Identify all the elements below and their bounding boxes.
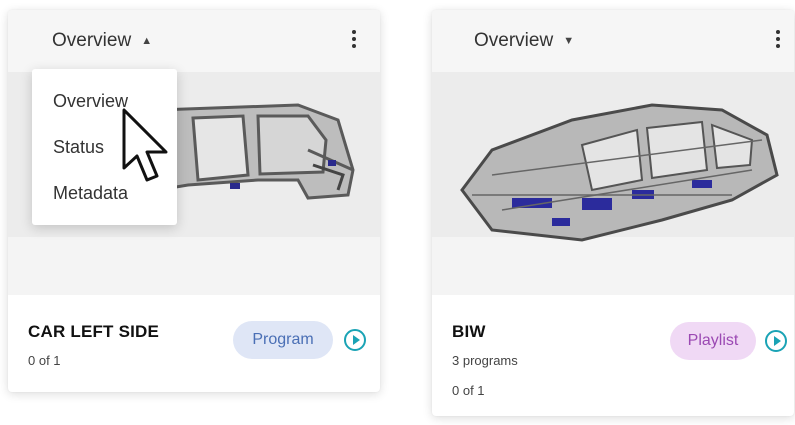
view-select[interactable]: Overview ▼ bbox=[474, 30, 574, 52]
menu-item-status[interactable]: Status bbox=[53, 137, 104, 158]
card-progress: 0 of 1 bbox=[28, 353, 61, 368]
view-select-label: Overview bbox=[52, 30, 132, 51]
view-select[interactable]: Overview ▲ bbox=[52, 30, 152, 52]
play-icon[interactable] bbox=[344, 329, 366, 351]
card-body: BIW 3 programs 0 of 1 Playlist bbox=[432, 295, 794, 416]
menu-item-overview[interactable]: Overview bbox=[53, 91, 128, 112]
type-badge-program: Program bbox=[233, 321, 333, 359]
more-options-button[interactable] bbox=[346, 26, 362, 52]
caret-up-icon: ▲ bbox=[141, 35, 153, 47]
card-thumbnail: Overview ▼ bbox=[432, 10, 794, 295]
card-progress: 0 of 1 bbox=[452, 383, 485, 398]
asset-card-biw[interactable]: Overview ▼ BIW 3 programs 0 of 1 Playlis… bbox=[432, 10, 794, 416]
card-title: BIW bbox=[452, 322, 486, 341]
asset-card-car-left-side[interactable]: Overview ▲ CAR LEFT SIDE 0 of 1 Program … bbox=[8, 10, 380, 392]
kebab-dot-icon bbox=[776, 44, 780, 48]
kebab-dot-icon bbox=[776, 37, 780, 41]
caret-down-icon: ▼ bbox=[563, 35, 575, 47]
card-body: CAR LEFT SIDE 0 of 1 Program bbox=[8, 295, 380, 392]
view-select-label: Overview bbox=[474, 30, 554, 51]
biw-car-image bbox=[460, 103, 779, 242]
kebab-dot-icon bbox=[352, 44, 356, 48]
kebab-dot-icon bbox=[776, 30, 780, 34]
mouse-pointer-icon bbox=[122, 108, 168, 182]
card-title: CAR LEFT SIDE bbox=[28, 322, 160, 341]
asset-card-grid: Overview ▲ CAR LEFT SIDE 0 of 1 Program … bbox=[0, 0, 795, 425]
kebab-dot-icon bbox=[352, 37, 356, 41]
more-options-button[interactable] bbox=[770, 26, 786, 52]
card-program-count: 3 programs bbox=[452, 353, 518, 368]
type-badge-playlist: Playlist bbox=[670, 322, 756, 360]
menu-item-metadata[interactable]: Metadata bbox=[53, 183, 128, 204]
kebab-dot-icon bbox=[352, 30, 356, 34]
play-icon[interactable] bbox=[765, 330, 787, 352]
